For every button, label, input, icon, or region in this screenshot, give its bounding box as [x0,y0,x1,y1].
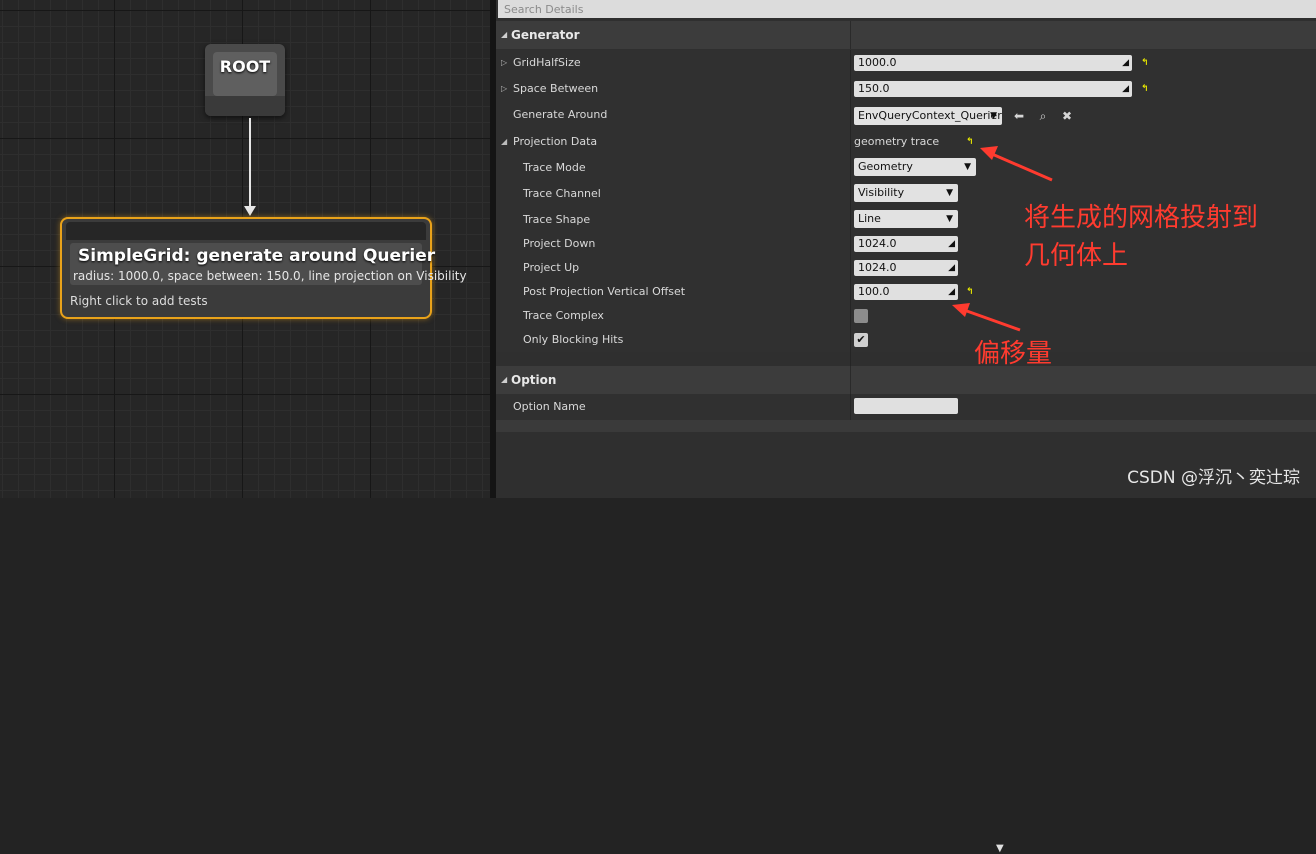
annotation-arrow-2 [963,308,1021,332]
annotation-projection-note-line1: 将生成的网格投射到 [1024,203,1259,233]
annotation-arrowhead-1 [980,146,998,160]
annotation-projection-note-line2: 几何体上 [1024,241,1129,271]
annotation-arrowhead-2 [952,303,970,317]
annotation-arrow-1 [991,152,1053,182]
csdn-watermark: CSDN @浮沉丶奕辻琮 [1127,468,1300,488]
annotation-offset-note: 偏移量 [974,339,1053,369]
expand-advanced-arrow-icon: ▼ [996,843,1004,854]
